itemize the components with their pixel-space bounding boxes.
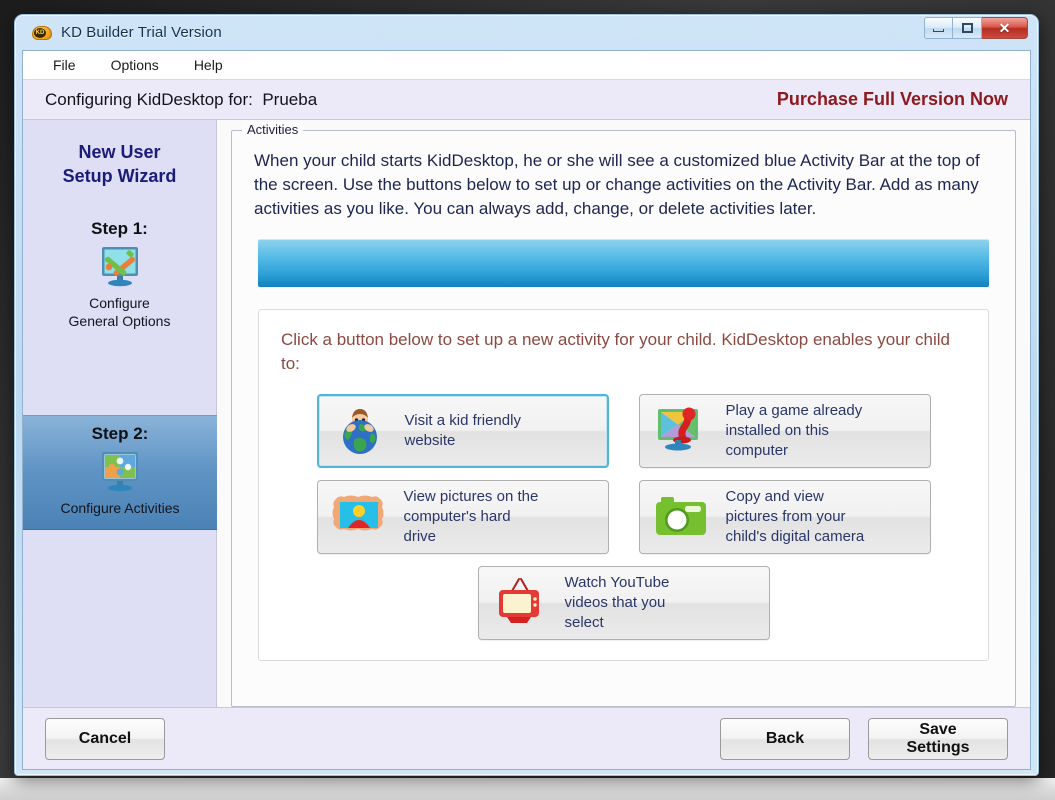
panel-instruction-text: Click a button below to set up a new act…	[281, 330, 951, 374]
main-content: Activities When your child starts KidDes…	[217, 120, 1030, 707]
client-area: File Options Help Configuring KidDesktop…	[22, 50, 1031, 770]
activity-button-pictures-label: View pictures on the computer's hard dri…	[403, 488, 539, 545]
menu-item-file[interactable]: File	[51, 55, 78, 75]
desktop-taskbar-strip	[0, 778, 1055, 800]
activity-button-youtube[interactable]: Watch YouTube videos that you select	[477, 565, 770, 640]
activity-buttons-panel: Click a button below to set up a new act…	[258, 309, 989, 661]
intro-paragraph: When your child starts KidDesktop, he or…	[254, 151, 980, 219]
dialog-footer: Cancel Back Save Settings	[23, 707, 1030, 769]
minimize-icon	[933, 29, 944, 32]
window-title: KD Builder Trial Version	[61, 24, 222, 41]
save-settings-button[interactable]: Save Settings	[868, 717, 1008, 760]
monitor-joystick-icon	[650, 402, 712, 460]
menu-item-options[interactable]: Options	[109, 55, 161, 75]
sidebar-item-step-1[interactable]: Step 1: Configure General Options	[23, 211, 216, 343]
activity-button-website-label: Visit a kid friendly website	[404, 412, 521, 449]
wizard-sidebar: New User Setup Wizard Step 1: Configure …	[23, 120, 217, 707]
configuring-label: Configuring KidDesktop for: Prueba	[45, 89, 318, 109]
maximize-button[interactable]	[953, 17, 982, 39]
activities-legend: Activities	[242, 122, 304, 137]
kd-app-icon: KD	[32, 23, 52, 43]
activity-button-game-label: Play a game already installed on this co…	[725, 402, 863, 459]
cancel-button[interactable]: Cancel	[45, 717, 165, 760]
header-bar: Configuring KidDesktop for: Prueba Purch…	[23, 80, 1030, 120]
step-2-caption: Configure Activities	[60, 499, 180, 516]
close-icon: ✕	[998, 20, 1011, 36]
step-1-label: Step 1:	[91, 218, 148, 238]
menu-item-help[interactable]: Help	[192, 55, 225, 75]
title-bar: KD KD Builder Trial Version ✕	[22, 15, 1031, 50]
back-button[interactable]: Back	[720, 717, 850, 760]
television-icon	[489, 574, 551, 632]
globe-child-icon	[329, 402, 391, 460]
activity-button-website[interactable]: Visit a kid friendly website	[316, 393, 609, 468]
purchase-full-version-link[interactable]: Purchase Full Version Now	[777, 89, 1008, 110]
activity-bar-preview	[258, 239, 989, 288]
camera-icon	[650, 488, 712, 546]
step-1-caption: Configure General Options	[68, 294, 171, 330]
footer-right-buttons: Back Save Settings	[720, 717, 1008, 760]
monitor-puzzle-icon	[102, 451, 138, 492]
menu-bar: File Options Help	[23, 51, 1030, 80]
minimize-button[interactable]	[924, 17, 953, 39]
body-split: New User Setup Wizard Step 1: Configure …	[23, 120, 1030, 707]
window-controls: ✕	[924, 17, 1028, 39]
activity-button-camera-label: Copy and view pictures from your child's…	[725, 488, 865, 545]
wizard-title: New User Setup Wizard	[62, 142, 177, 187]
monitor-tools-icon	[101, 246, 138, 287]
close-button[interactable]: ✕	[982, 17, 1028, 39]
application-window: KD KD Builder Trial Version ✕ File Optio…	[14, 14, 1039, 776]
sidebar-item-step-2[interactable]: Step 2: Configure Activities	[23, 414, 217, 531]
activities-group-box: Activities When your child starts KidDes…	[231, 122, 1016, 707]
maximize-icon	[961, 23, 973, 33]
activity-button-camera[interactable]: Copy and view pictures from your child's…	[638, 479, 931, 554]
activity-button-grid: Visit a kid friendly website Play a game…	[275, 393, 972, 640]
step-2-label: Step 2:	[91, 423, 149, 443]
activity-button-pictures[interactable]: View pictures on the computer's hard dri…	[316, 479, 609, 554]
activity-button-youtube-label: Watch YouTube videos that you select	[564, 574, 670, 631]
picture-frame-icon	[328, 488, 390, 546]
activity-button-game[interactable]: Play a game already installed on this co…	[638, 393, 931, 468]
